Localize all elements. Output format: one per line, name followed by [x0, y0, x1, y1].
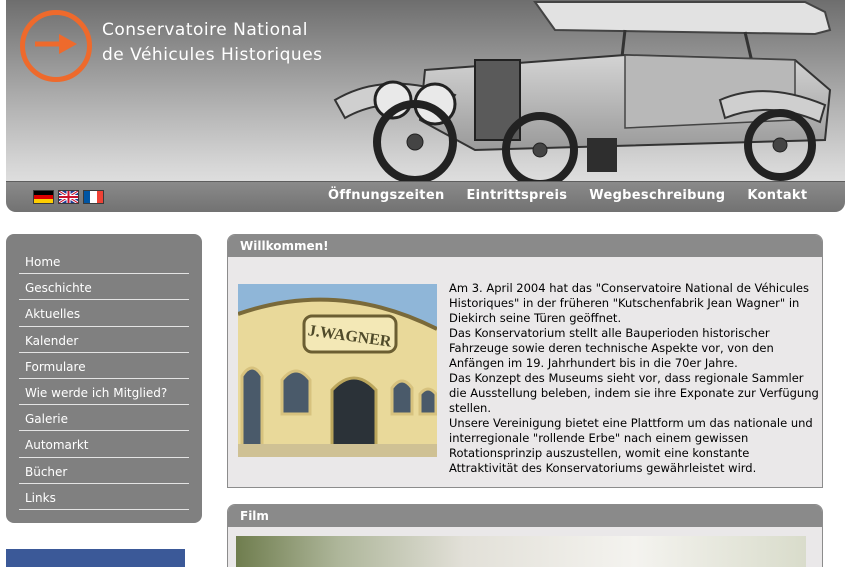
main-nav-links: Öffnungszeiten Eintrittspreis Wegbeschre…: [328, 188, 807, 203]
site-header: Conservatoire National de Véhicules Hist…: [6, 0, 845, 212]
site-title: Conservatoire National de Véhicules Hist…: [102, 18, 323, 68]
nav-link-directions[interactable]: Wegbeschreibung: [589, 188, 725, 203]
nav-link-opening-hours[interactable]: Öffnungszeiten: [328, 188, 445, 203]
sidebar-item-forms[interactable]: Formulare: [19, 353, 189, 379]
french-flag-icon[interactable]: [83, 190, 104, 204]
film-panel: Film: [227, 504, 823, 567]
welcome-panel: Willkommen! J.WAGNER Am 3. April 2004 ha…: [227, 234, 823, 488]
film-video-player[interactable]: [236, 536, 806, 567]
sidebar-menu: Home Geschichte Aktuelles Kalender Formu…: [6, 234, 202, 523]
museum-building-photo: J.WAGNER: [238, 284, 437, 457]
logo-arrow-icon[interactable]: [20, 10, 92, 82]
uk-flag-icon[interactable]: [58, 190, 79, 204]
welcome-paragraph-2: Das Konservatorium stellt alle Bauperiod…: [449, 326, 774, 370]
german-flag-icon[interactable]: [33, 190, 54, 204]
nav-link-contact[interactable]: Kontakt: [747, 188, 807, 203]
nav-link-admission[interactable]: Eintrittspreis: [467, 188, 568, 203]
welcome-text: Am 3. April 2004 hat das "Conservatoire …: [449, 281, 819, 476]
vintage-car-image: [333, 1, 832, 182]
site-title-line-2: de Véhicules Historiques: [102, 45, 323, 65]
sidebar-item-links[interactable]: Links: [19, 484, 189, 510]
sidebar-item-books[interactable]: Bücher: [19, 458, 189, 484]
sidebar-item-home[interactable]: Home: [19, 248, 189, 275]
sidebar-item-news[interactable]: Aktuelles: [19, 300, 189, 327]
language-flags: [33, 190, 104, 204]
welcome-paragraph-3: Das Konzept des Museums sieht vor, dass …: [449, 371, 819, 415]
sidebar-item-calendar[interactable]: Kalender: [19, 327, 189, 353]
sidebar-item-membership[interactable]: Wie werde ich Mitglied?: [19, 379, 189, 406]
site-title-line-1: Conservatoire National: [102, 20, 308, 40]
top-navigation-bar: Öffnungszeiten Eintrittspreis Wegbeschre…: [6, 181, 845, 212]
sidebar-item-car-market[interactable]: Automarkt: [19, 431, 189, 458]
sidebar-item-gallery[interactable]: Galerie: [19, 405, 189, 432]
welcome-paragraph-4: Unsere Vereinigung bietet eine Plattform…: [449, 416, 813, 475]
welcome-heading: Willkommen!: [228, 235, 822, 257]
sidebar-item-history[interactable]: Geschichte: [19, 274, 189, 301]
welcome-paragraph-1: Am 3. April 2004 hat das "Conservatoire …: [449, 281, 809, 325]
social-widget-box[interactable]: [6, 549, 185, 567]
film-heading: Film: [228, 505, 822, 527]
